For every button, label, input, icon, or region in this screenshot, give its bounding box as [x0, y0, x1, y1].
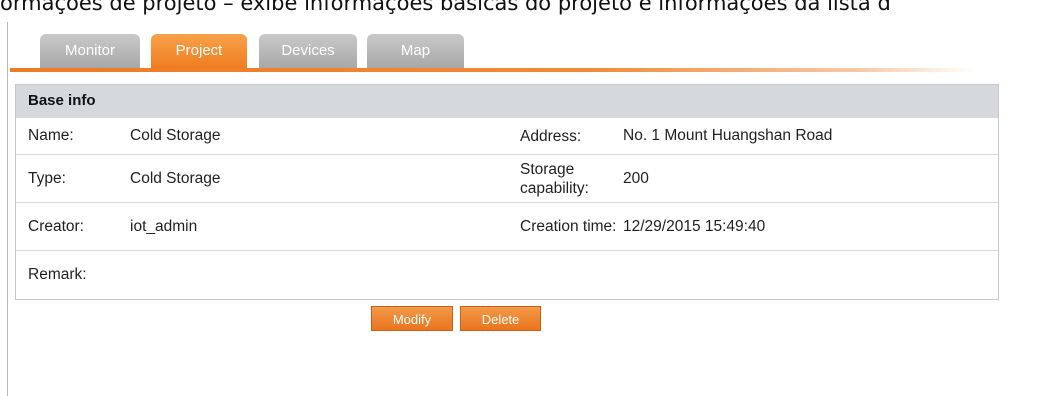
- storage-capability-label: Storage capability:: [520, 160, 589, 197]
- panel-title: Base info: [16, 85, 998, 117]
- delete-button[interactable]: Delete: [460, 306, 541, 331]
- address-label: Address:: [520, 127, 582, 145]
- creation-time-label: Creation time:: [520, 218, 617, 235]
- table-row: Name: Cold Storage Address: No. 1 Mount …: [16, 117, 998, 154]
- tab-map[interactable]: Map: [367, 34, 464, 68]
- frame-left-border: [7, 22, 8, 396]
- storage-capability-value: 200: [623, 169, 649, 187]
- name-value: Cold Storage: [130, 127, 221, 144]
- address-value: No. 1 Mount Huangshan Road: [623, 127, 833, 144]
- name-label: Name:: [28, 127, 74, 144]
- base-info-panel: Base info Name: Cold Storage Address: No…: [15, 84, 999, 300]
- table-row: Type: Cold Storage Storage capability: 2…: [16, 154, 998, 202]
- tab-project[interactable]: Project: [151, 34, 247, 68]
- tab-devices[interactable]: Devices: [259, 34, 357, 68]
- remark-label: Remark:: [28, 265, 87, 283]
- caption-text: ormações de projeto – exibe informações …: [0, 0, 891, 15]
- creator-label: Creator:: [28, 217, 84, 235]
- tab-underline: [10, 68, 975, 72]
- table-row: Remark:: [16, 250, 998, 298]
- type-label: Type:: [28, 169, 66, 187]
- remark-value: [130, 251, 510, 298]
- creator-value: iot_admin: [130, 217, 198, 235]
- type-value: Cold Storage: [130, 169, 221, 187]
- table-row: Creator: iot_admin Creation time: 12/29/…: [16, 202, 998, 250]
- tab-monitor[interactable]: Monitor: [40, 34, 140, 68]
- creation-time-value: 12/29/2015 15:49:40: [623, 217, 766, 235]
- modify-button[interactable]: Modify: [371, 306, 453, 331]
